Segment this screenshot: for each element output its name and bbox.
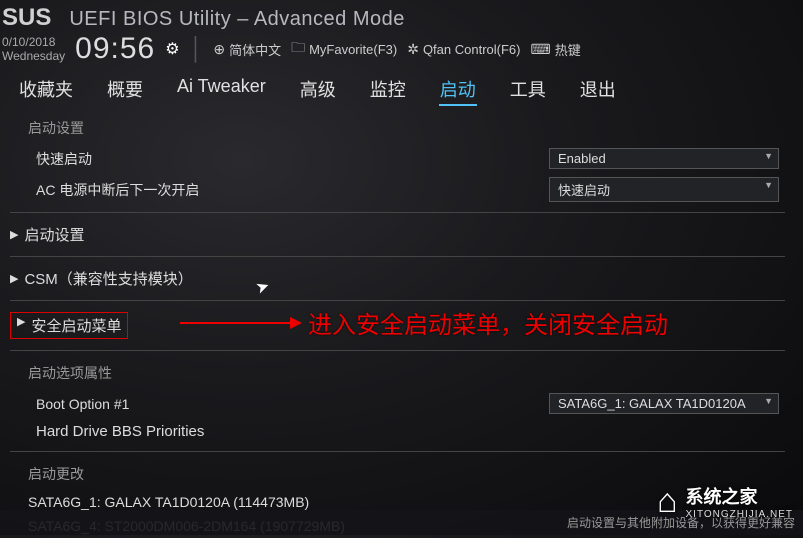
row-ac-loss[interactable]: AC 电源中断后下一次开启 快速启动 — [0, 173, 795, 206]
tab-monitor[interactable]: 监控 — [369, 74, 407, 106]
brand-logo: SUS — [2, 4, 51, 32]
tab-boot[interactable]: 启动 — [439, 74, 477, 106]
row-fastboot[interactable]: 快速启动 Enabled — [0, 144, 795, 173]
myfavorite-button[interactable]: 🗀 MyFavorite(F3) — [291, 37, 397, 61]
hotkey-button[interactable]: ⌨ 热键 — [530, 40, 580, 59]
date-block: 0/10/2018 Wednesday — [2, 35, 65, 63]
row-boot-option-1[interactable]: Boot Option #1 SATA6G_1: GALAX TA1D0120A — [0, 389, 795, 418]
section-boot-config: 启动设置 — [0, 112, 795, 144]
tab-exit[interactable]: 退出 — [579, 74, 617, 106]
date-text: 0/10/2018 — [2, 35, 65, 49]
chevron-right-icon: ▶ — [10, 272, 18, 285]
submenu-boot-config[interactable]: ▶ 启动设置 — [0, 219, 795, 250]
tab-main[interactable]: 概要 — [106, 74, 144, 106]
submenu-csm[interactable]: ▶ CSM（兼容性支持模块） — [0, 263, 795, 294]
hotkey-label: 热键 — [555, 40, 581, 59]
chevron-right-icon: ▶ — [10, 228, 18, 241]
watermark-sub: XITONGZHIJIA.NET — [686, 509, 794, 520]
chevron-right-icon: ▶ — [17, 315, 25, 336]
keyboard-icon: ⌨ — [530, 41, 550, 58]
qfan-button[interactable]: ✲ Qfan Control(F6) — [407, 41, 520, 58]
tab-aitweaker[interactable]: Ai Tweaker — [176, 74, 267, 106]
house-icon: ⌂ — [657, 482, 678, 521]
boot-option-1-dropdown[interactable]: SATA6G_1: GALAX TA1D0120A — [549, 393, 779, 414]
tab-advanced[interactable]: 高级 — [299, 74, 337, 106]
weekday-text: Wednesday — [2, 49, 65, 63]
fastboot-dropdown[interactable]: Enabled — [549, 148, 779, 169]
section-boot-option-prop: 启动选项属性 — [0, 357, 795, 389]
qfan-label: Qfan Control(F6) — [423, 42, 521, 57]
hdd-bbs-label: Hard Drive BBS Priorities — [36, 423, 204, 440]
ac-loss-label: AC 电源中断后下一次开启 — [36, 180, 549, 200]
main-tabs: 收藏夹 概要 Ai Tweaker 高级 监控 启动 工具 退出 — [18, 74, 795, 106]
watermark-main: 系统之家 — [686, 483, 794, 509]
divider — [10, 256, 785, 257]
fastboot-label: 快速启动 — [36, 149, 549, 169]
divider — [10, 451, 785, 452]
clock-time: 09:56 — [75, 32, 155, 66]
folder-icon: 🗀 — [291, 37, 305, 61]
page-title: UEFI BIOS Utility – Advanced Mode — [69, 8, 405, 31]
boot-config-label: 启动设置 — [24, 224, 84, 245]
language-label: 简体中文 — [229, 40, 281, 59]
boot-page: 启动设置 快速启动 Enabled AC 电源中断后下一次开启 快速启动 ▶ 启… — [0, 112, 795, 538]
divider — [10, 212, 785, 213]
divider — [10, 300, 785, 301]
tab-favorites[interactable]: 收藏夹 — [18, 74, 74, 106]
globe-icon: ⊕ — [213, 41, 225, 58]
submenu-secure-boot[interactable]: ▶ 安全启动菜单 — [0, 307, 795, 344]
fan-icon: ✲ — [407, 41, 419, 58]
language-button[interactable]: ⊕ 简体中文 — [213, 40, 281, 59]
watermark: ⌂ 系统之家 XITONGZHIJIA.NET — [657, 482, 793, 521]
gear-icon[interactable]: ⚙ — [165, 39, 179, 59]
myfavorite-label: MyFavorite(F3) — [309, 42, 397, 57]
boot-option-1-label: Boot Option #1 — [36, 396, 549, 412]
csm-label: CSM（兼容性支持模块） — [24, 268, 192, 289]
secure-boot-label: 安全启动菜单 — [31, 315, 121, 336]
divider — [10, 350, 785, 351]
ac-loss-dropdown[interactable]: 快速启动 — [549, 177, 779, 202]
separator-icon: │ — [190, 36, 204, 62]
submenu-hdd-bbs[interactable]: Hard Drive BBS Priorities — [0, 418, 795, 445]
tab-tool[interactable]: 工具 — [509, 74, 547, 106]
